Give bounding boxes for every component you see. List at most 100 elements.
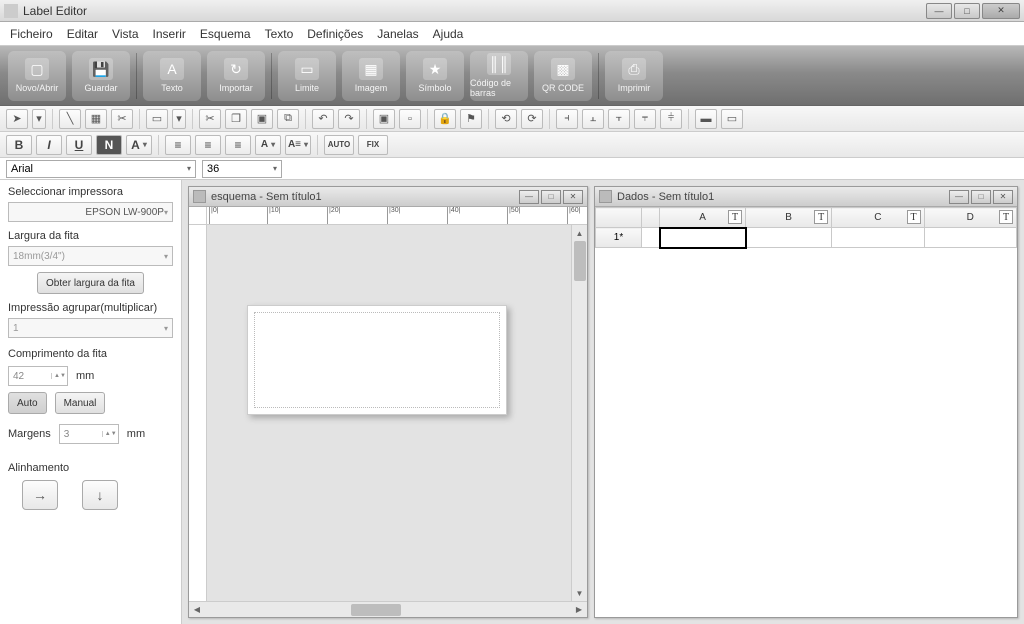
align-top-button[interactable]: ⫧	[634, 109, 656, 129]
pointer-tool[interactable]: ➤	[6, 109, 28, 129]
shape2-button[interactable]: ▭	[721, 109, 743, 129]
save-button[interactable]: 💾Guardar	[72, 51, 130, 101]
label-shape[interactable]	[247, 305, 507, 415]
undo-button[interactable]: ↶	[312, 109, 334, 129]
corner-cell[interactable]	[596, 208, 642, 228]
layout-window-header[interactable]: esquema - Sem título1 — □ ✕	[189, 187, 587, 207]
pointer-dropdown[interactable]: ▾	[32, 109, 46, 129]
printer-combo[interactable]: EPSON LW-900P	[8, 202, 173, 222]
align-center-button[interactable]: ⫠	[582, 109, 604, 129]
data-maximize-button[interactable]: □	[971, 190, 991, 204]
qr-button[interactable]: ▩QR CODE	[534, 51, 592, 101]
maximize-button[interactable]: □	[954, 3, 980, 19]
copy-button[interactable]: ❐	[225, 109, 247, 129]
align-right-button[interactable]: ⫟	[608, 109, 630, 129]
justify-left-button[interactable]: ≡	[165, 135, 191, 155]
col-b-header[interactable]: BT	[746, 208, 832, 228]
duplicate-button[interactable]: ⧉	[277, 109, 299, 129]
justify-right-button[interactable]: ≡	[225, 135, 251, 155]
tape-width-combo[interactable]: 18mm(3/4")	[8, 246, 173, 266]
bold-button[interactable]: B	[6, 135, 32, 155]
align-middle-button[interactable]: ⫩	[660, 109, 682, 129]
print-button[interactable]: ⎙Imprimir	[605, 51, 663, 101]
font-style-dropdown[interactable]: A	[126, 135, 152, 155]
table-row[interactable]: 1*	[596, 228, 1017, 248]
align-left-button[interactable]: ⫞	[556, 109, 578, 129]
margins-spinner[interactable]: 3▲▼	[59, 424, 119, 444]
layout-minimize-button[interactable]: —	[519, 190, 539, 204]
symbol-button[interactable]: ★Símbolo	[406, 51, 464, 101]
align-vertical-button[interactable]: ↓	[82, 480, 118, 510]
menu-layout[interactable]: Esquema	[200, 27, 251, 41]
cell-d1[interactable]	[924, 228, 1016, 248]
cell-a1[interactable]	[660, 228, 746, 248]
lock-button[interactable]: 🔒	[434, 109, 456, 129]
menu-help[interactable]: Ajuda	[433, 27, 464, 41]
auto-button[interactable]: AUTO	[324, 135, 354, 155]
group-print-combo[interactable]: 1	[8, 318, 173, 338]
layout-canvas[interactable]	[207, 225, 571, 601]
paste-button[interactable]: ▣	[251, 109, 273, 129]
col-type-icon[interactable]: T	[999, 210, 1013, 224]
layout-hscroll[interactable]: ◀▶	[189, 601, 587, 617]
select-dropdown[interactable]: ▾	[172, 109, 186, 129]
layout-maximize-button[interactable]: □	[541, 190, 561, 204]
font-family-combo[interactable]: Arial	[6, 160, 196, 178]
rotate-right-button[interactable]: ⟳	[521, 109, 543, 129]
col-d-header[interactable]: DT	[924, 208, 1016, 228]
col-type-icon[interactable]: T	[728, 210, 742, 224]
get-tape-width-button[interactable]: Obter largura da fita	[37, 272, 144, 294]
new-open-button[interactable]: ▢Novo/Abrir	[8, 51, 66, 101]
barcode-button[interactable]: ║║Código de barras	[470, 51, 528, 101]
flag-button[interactable]: ⚑	[460, 109, 482, 129]
border-button[interactable]: ▭Limite	[278, 51, 336, 101]
image-button[interactable]: ▦Imagem	[342, 51, 400, 101]
data-window-header[interactable]: Dados - Sem título1 — □ ✕	[595, 187, 1017, 207]
cell-b1[interactable]	[746, 228, 832, 248]
minimize-button[interactable]: —	[926, 3, 952, 19]
data-minimize-button[interactable]: —	[949, 190, 969, 204]
rotate-left-button[interactable]: ⟲	[495, 109, 517, 129]
text-style2-dropdown[interactable]: A≡	[285, 135, 311, 155]
italic-button[interactable]: I	[36, 135, 62, 155]
text-bg-dropdown[interactable]: A	[255, 135, 281, 155]
font-size-combo[interactable]: 36	[202, 160, 282, 178]
line-tool[interactable]: ╲	[59, 109, 81, 129]
data-grid[interactable]: AT BT CT DT 1*	[595, 207, 1017, 617]
row-select-cell[interactable]	[642, 228, 660, 248]
text-button[interactable]: ATexto	[143, 51, 201, 101]
menu-windows[interactable]: Janelas	[377, 27, 418, 41]
shape1-button[interactable]: ▬	[695, 109, 717, 129]
cut-button[interactable]: ✂	[199, 109, 221, 129]
manual-length-button[interactable]: Manual	[55, 392, 106, 414]
fix-button[interactable]: FIX	[358, 135, 388, 155]
import-button[interactable]: ↻Importar	[207, 51, 265, 101]
row-1-header[interactable]: 1*	[596, 228, 642, 248]
cell-c1[interactable]	[832, 228, 924, 248]
menu-view[interactable]: Vista	[112, 27, 138, 41]
menu-settings[interactable]: Definições	[307, 27, 363, 41]
align-horizontal-button[interactable]: →	[22, 480, 58, 510]
text-effect-button[interactable]: N	[96, 135, 122, 155]
layout-close-button[interactable]: ✕	[563, 190, 583, 204]
group-button[interactable]: ▣	[373, 109, 395, 129]
ungroup-button[interactable]: ▫	[399, 109, 421, 129]
menu-text[interactable]: Texto	[265, 27, 294, 41]
select-tool[interactable]: ▭	[146, 109, 168, 129]
menu-edit[interactable]: Editar	[67, 27, 98, 41]
justify-center-button[interactable]: ≡	[195, 135, 221, 155]
menu-file[interactable]: Ficheiro	[10, 27, 53, 41]
redo-button[interactable]: ↷	[338, 109, 360, 129]
col-type-icon[interactable]: T	[814, 210, 828, 224]
close-button[interactable]: ✕	[982, 3, 1020, 19]
col-c-header[interactable]: CT	[832, 208, 924, 228]
table-tool[interactable]: ▦	[85, 109, 107, 129]
layout-vscroll[interactable]: ▲▼	[571, 225, 587, 601]
col-type-icon[interactable]: T	[907, 210, 921, 224]
auto-length-button[interactable]: Auto	[8, 392, 47, 414]
ribbon-tool[interactable]: ✂	[111, 109, 133, 129]
col-a-header[interactable]: AT	[660, 208, 746, 228]
menu-insert[interactable]: Inserir	[153, 27, 186, 41]
select-col[interactable]	[642, 208, 660, 228]
data-close-button[interactable]: ✕	[993, 190, 1013, 204]
